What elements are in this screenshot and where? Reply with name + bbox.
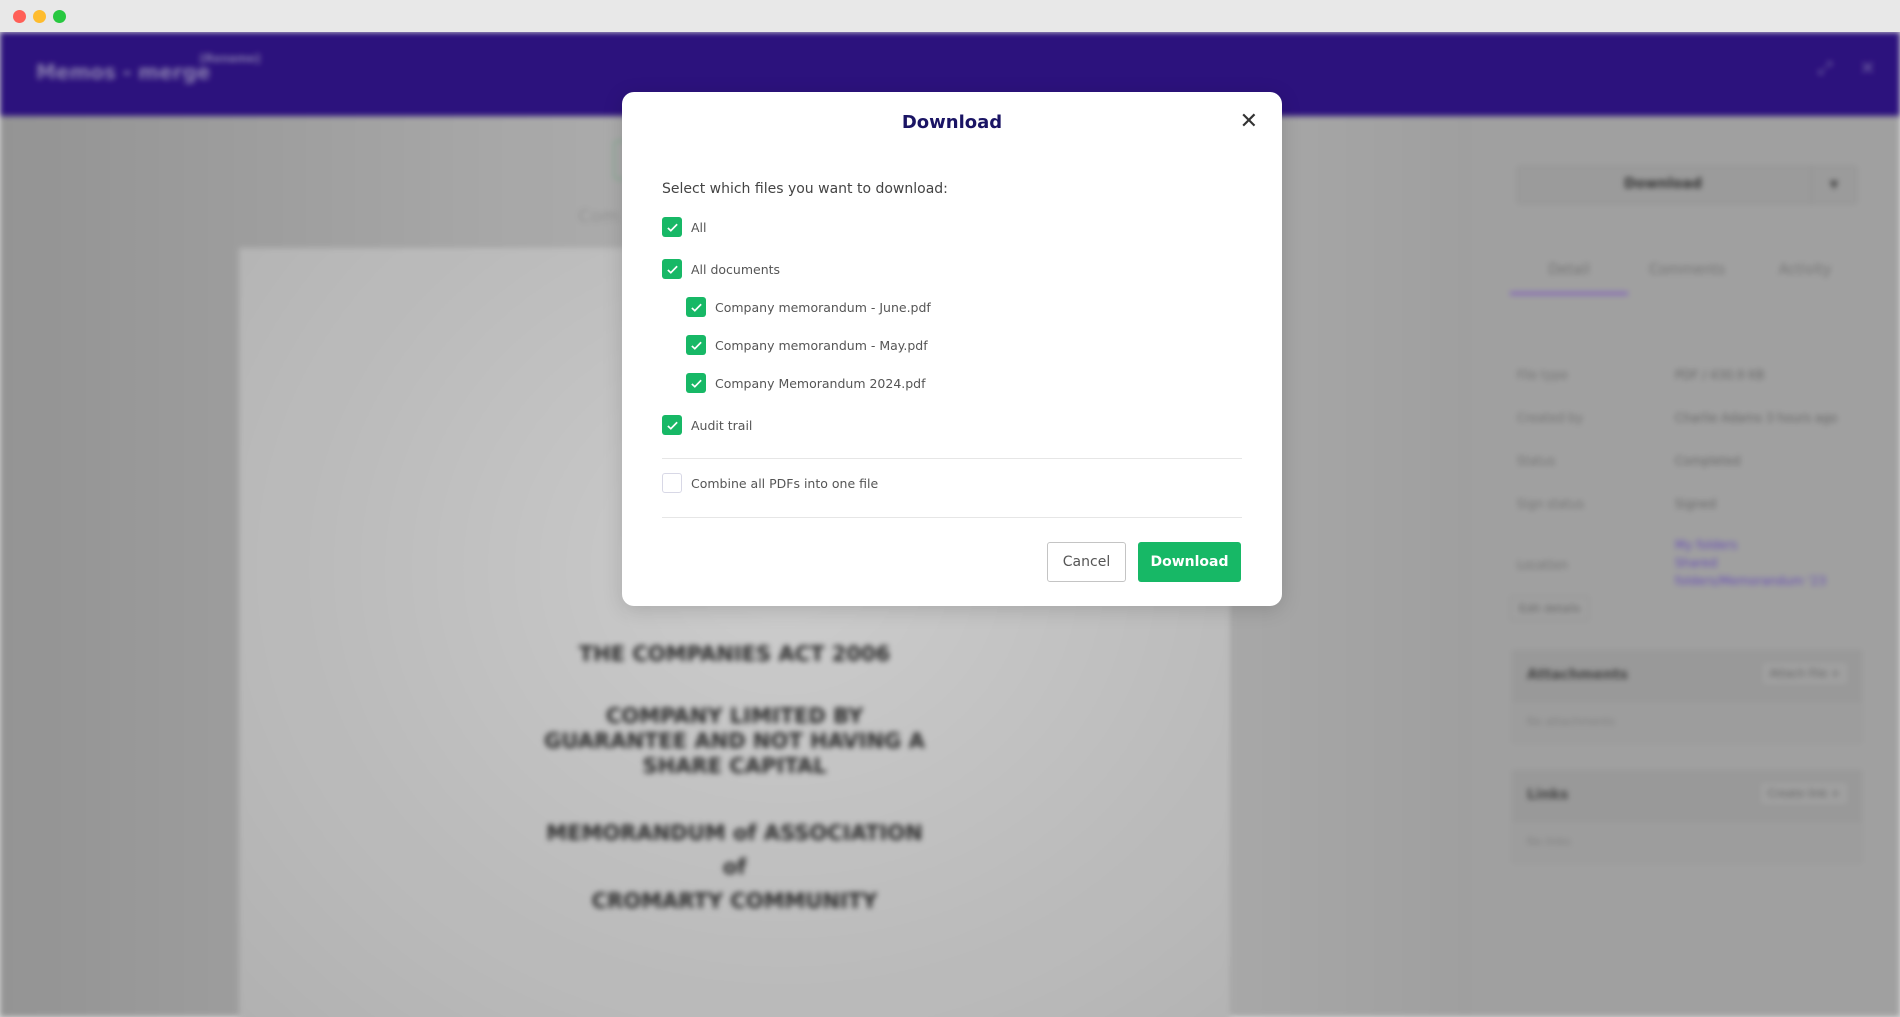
window-maximize-button[interactable] bbox=[53, 10, 66, 23]
window-titlebar bbox=[0, 0, 1900, 32]
checkbox-label: All documents bbox=[691, 261, 781, 277]
checkmark-icon[interactable] bbox=[686, 373, 706, 393]
checkbox-label: Combine all PDFs into one file bbox=[691, 475, 879, 491]
dialog-title: Download bbox=[901, 112, 1003, 133]
dialog-prompt: Select which files you want to download: bbox=[662, 181, 948, 197]
checkmark-icon[interactable] bbox=[662, 415, 682, 435]
checkmark-icon[interactable] bbox=[662, 259, 682, 279]
window-minimize-button[interactable] bbox=[33, 10, 46, 23]
checkmark-icon[interactable] bbox=[662, 217, 682, 237]
download-button[interactable]: Download bbox=[1138, 542, 1241, 582]
checkbox-empty[interactable] bbox=[662, 473, 682, 493]
checkbox-all-documents[interactable]: All documents bbox=[662, 259, 780, 279]
window-close-button[interactable] bbox=[13, 10, 26, 23]
checkbox-file-2024[interactable]: Company Memorandum 2024.pdf bbox=[686, 373, 926, 393]
checkbox-combine-pdfs[interactable]: Combine all PDFs into one file bbox=[662, 473, 878, 493]
checkbox-audit-trail[interactable]: Audit trail bbox=[662, 415, 752, 435]
checkmark-icon[interactable] bbox=[686, 335, 706, 355]
checkbox-file-may[interactable]: Company memorandum - May.pdf bbox=[686, 335, 928, 355]
download-dialog: Download ✕ Select which files you want t… bbox=[622, 92, 1282, 606]
checkbox-label: All bbox=[691, 219, 707, 235]
cancel-button[interactable]: Cancel bbox=[1047, 542, 1126, 582]
checkbox-all[interactable]: All bbox=[662, 217, 707, 237]
checkmark-icon[interactable] bbox=[686, 297, 706, 317]
checkbox-file-june[interactable]: Company memorandum - June.pdf bbox=[686, 297, 931, 317]
checkbox-label: Company memorandum - May.pdf bbox=[715, 337, 928, 353]
divider bbox=[662, 458, 1242, 459]
divider bbox=[662, 517, 1242, 518]
checkbox-label: Audit trail bbox=[691, 417, 753, 433]
checkbox-label: Company memorandum - June.pdf bbox=[715, 299, 931, 315]
close-icon[interactable]: ✕ bbox=[1240, 110, 1258, 134]
checkbox-label: Company Memorandum 2024.pdf bbox=[715, 375, 926, 391]
